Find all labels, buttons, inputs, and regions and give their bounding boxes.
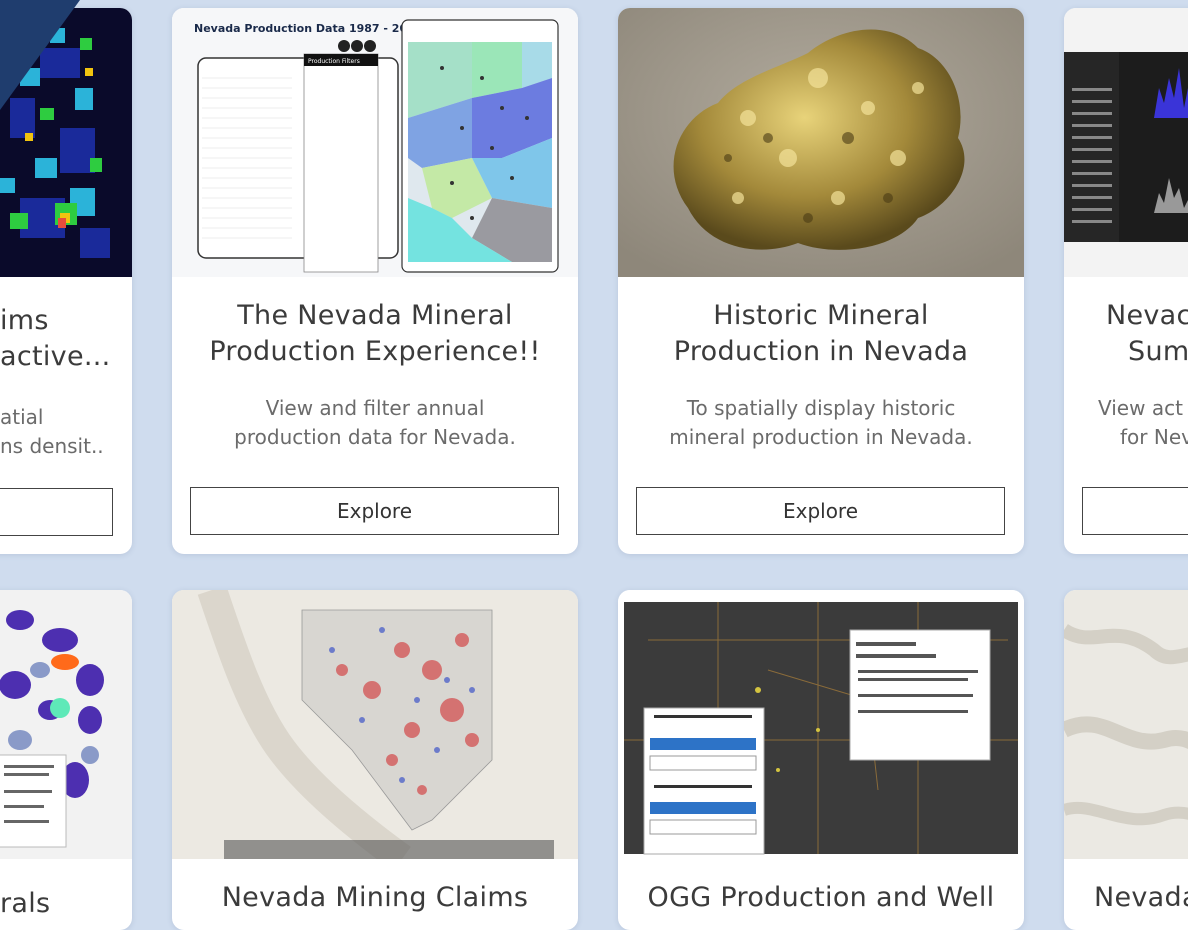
card-title: Nevac Sumn bbox=[1106, 300, 1188, 367]
card-production-experience[interactable]: Nevada Production Data 1987 - 2021 Produ… bbox=[172, 8, 578, 554]
card-historic-mineral[interactable]: Historic Mineral Production in Nevada To… bbox=[618, 8, 1024, 554]
card-description: View act for Nev bbox=[1098, 396, 1188, 449]
card-title: Nevada Mining Claims bbox=[221, 882, 529, 913]
card-title: Nevada bbox=[1094, 882, 1188, 913]
card-title: The Nevada Mineral Production Experience… bbox=[209, 300, 541, 367]
minerals-map-thumbnail bbox=[0, 590, 132, 859]
thumb-panel-title: Production Filters bbox=[308, 58, 360, 65]
card-description: To spatially display historic mineral pr… bbox=[669, 396, 973, 449]
corner-decoration bbox=[0, 0, 80, 110]
card-title: ims active... bbox=[0, 305, 111, 372]
summary-dashboard-thumbnail bbox=[1064, 8, 1188, 277]
terrain-map-thumbnail bbox=[1064, 590, 1188, 859]
ogg-map-thumbnail bbox=[618, 590, 1024, 859]
explore-button[interactable]: Explore bbox=[636, 487, 1005, 535]
card-ogg-production[interactable]: OGG Production and Well bbox=[618, 590, 1024, 930]
production-dashboard-thumbnail: Nevada Production Data 1987 - 2021 Produ… bbox=[172, 8, 578, 277]
explore-button[interactable]: Explore bbox=[190, 487, 559, 535]
card-mining-claims[interactable]: Nevada Mining Claims bbox=[172, 590, 578, 930]
mining-claims-map-thumbnail bbox=[172, 590, 578, 859]
card-description: atial ns densit.. bbox=[0, 405, 104, 458]
card-title: Historic Mineral Production in Nevada bbox=[673, 300, 969, 367]
gold-nugget-photo bbox=[618, 8, 1024, 277]
card-description: View and filter annual production data f… bbox=[234, 396, 516, 449]
card-minerals[interactable]: rals bbox=[0, 590, 132, 930]
explore-button[interactable] bbox=[0, 488, 113, 536]
card-title: rals bbox=[0, 888, 51, 919]
card-title: OGG Production and Well bbox=[647, 882, 995, 913]
thumb-title: Nevada Production Data 1987 - 2021 bbox=[194, 22, 422, 35]
explore-button[interactable] bbox=[1082, 487, 1188, 535]
card-nevada-other[interactable]: Nevada bbox=[1064, 590, 1188, 930]
card-nevada-summary[interactable]: Nevac Sumn View act for Nev bbox=[1064, 8, 1188, 554]
